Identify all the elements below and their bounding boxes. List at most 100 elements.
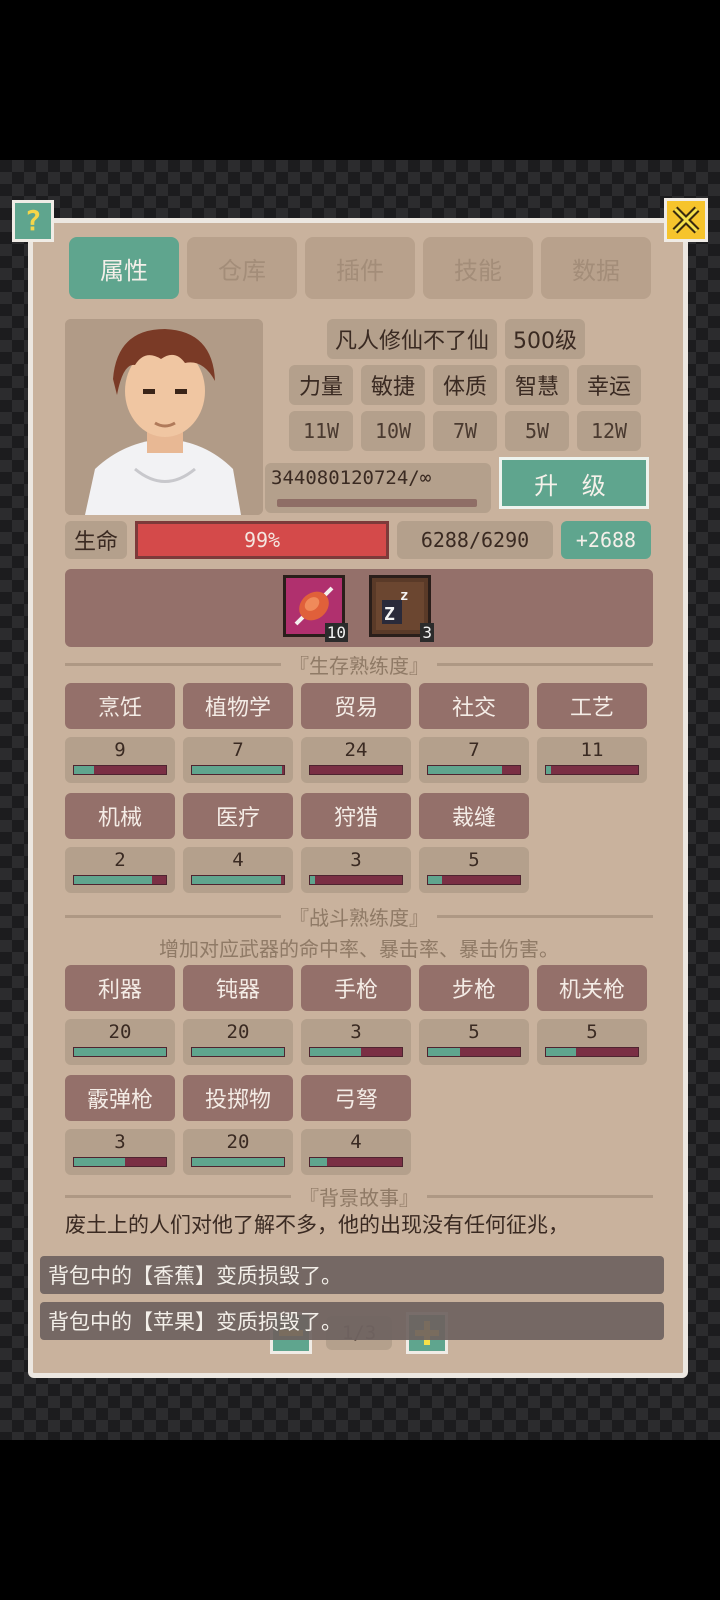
skill-progress-bar (73, 1047, 167, 1057)
skill-progress-fill (428, 1048, 461, 1056)
tab-bar: 属性 仓库 插件 技能 数据 (69, 237, 651, 299)
skill-label[interactable]: 钝器 (183, 965, 293, 1011)
help-button[interactable]: ? (12, 200, 54, 242)
skill-value: 5 (468, 1021, 480, 1043)
skill-value-box: 5 (537, 1019, 647, 1065)
close-button[interactable] (664, 198, 708, 242)
skill-progress-fill (192, 1158, 284, 1166)
skill-label[interactable]: 步枪 (419, 965, 529, 1011)
skill-progress-fill (310, 1048, 361, 1056)
attr-wisdom-value: 5W (505, 411, 569, 451)
skill-value: 4 (232, 849, 244, 871)
skill-value: 24 (344, 739, 368, 761)
tab-skills[interactable]: 技能 (423, 237, 533, 299)
skill-value: 2 (114, 849, 126, 871)
skill-label[interactable]: 贸易 (301, 683, 411, 729)
skill-label[interactable]: 机关枪 (537, 965, 647, 1011)
skill-progress-bar (73, 1157, 167, 1167)
skill-value-box: 4 (183, 847, 293, 893)
skill-progress-fill (192, 766, 283, 774)
skill-progress-bar (545, 1047, 639, 1057)
life-label: 生命 (65, 521, 127, 559)
skill-value-box: 11 (537, 737, 647, 783)
tab-data[interactable]: 数据 (541, 237, 651, 299)
skill-progress-bar (309, 1157, 403, 1167)
skill-progress-fill (74, 1158, 125, 1166)
inventory-count: 3 (420, 623, 434, 642)
skill-value: 9 (114, 739, 126, 761)
skill-label[interactable]: 投掷物 (183, 1075, 293, 1121)
background-title-row: 『背景故事』 (65, 1183, 653, 1210)
skill-value-box: 5 (419, 847, 529, 893)
skill-value: 5 (586, 1021, 598, 1043)
skill-progress-bar (191, 1157, 285, 1167)
skill-label[interactable]: 植物学 (183, 683, 293, 729)
background-title: 『背景故事』 (299, 1185, 419, 1210)
skill-value-box: 2 (65, 847, 175, 893)
experience-box: 344080120724/∞ (265, 463, 491, 513)
skill-progress-bar (191, 765, 285, 775)
skill-label[interactable]: 机械 (65, 793, 175, 839)
skill-value: 3 (350, 849, 362, 871)
skill-label[interactable]: 狩猎 (301, 793, 411, 839)
skill-value: 4 (350, 1131, 362, 1153)
skill-value: 5 (468, 849, 480, 871)
skill-value: 20 (108, 1021, 132, 1043)
svg-text:Z: Z (384, 604, 395, 625)
attr-wisdom-label: 智慧 (505, 365, 569, 405)
skill-value-box: 7 (419, 737, 529, 783)
attr-constitution-value: 7W (433, 411, 497, 451)
tab-warehouse[interactable]: 仓库 (187, 237, 297, 299)
attribute-names: 力量 敏捷 体质 智慧 幸运 (289, 365, 641, 405)
inventory-item-sleep[interactable]: Z z 3 (369, 575, 434, 642)
skill-progress-fill (310, 876, 315, 884)
skill-value: 7 (468, 739, 480, 761)
experience-bar (277, 499, 477, 507)
skill-progress-bar (73, 875, 167, 885)
skill-value-box: 4 (301, 1129, 411, 1175)
skill-label[interactable]: 社交 (419, 683, 529, 729)
skill-progress-fill (546, 766, 551, 774)
character-panel: 属性 仓库 插件 技能 数据 凡人修仙不了仙 500级 力量 敏捷 体质 智慧 … (28, 218, 688, 1378)
attr-strength-label: 力量 (289, 365, 353, 405)
tab-plugins[interactable]: 插件 (305, 237, 415, 299)
character-portrait (65, 319, 263, 515)
attribute-values: 11W 10W 7W 5W 12W (289, 411, 641, 451)
skill-label[interactable]: 医疗 (183, 793, 293, 839)
upgrade-button[interactable]: 升 级 (499, 457, 649, 509)
skill-label[interactable]: 烹饪 (65, 683, 175, 729)
skill-label[interactable]: 利器 (65, 965, 175, 1011)
skill-progress-fill (546, 1048, 577, 1056)
skill-label[interactable]: 工艺 (537, 683, 647, 729)
skill-label[interactable]: 手枪 (301, 965, 411, 1011)
hp-bonus: +2688 (561, 521, 651, 559)
inventory-bar: 10 Z z 3 (65, 569, 653, 647)
skill-label[interactable]: 霰弹枪 (65, 1075, 175, 1121)
skill-value-box: 24 (301, 737, 411, 783)
inventory-item-meat[interactable]: 10 (283, 575, 348, 642)
skill-progress-fill (74, 766, 95, 774)
close-icon (672, 206, 700, 234)
skill-progress-bar (427, 765, 521, 775)
skill-value-box: 20 (183, 1129, 293, 1175)
attr-strength-value: 11W (289, 411, 353, 451)
skill-value: 20 (226, 1021, 250, 1043)
tab-attributes[interactable]: 属性 (69, 237, 179, 299)
attr-agility-value: 10W (361, 411, 425, 451)
skill-value: 11 (580, 739, 604, 761)
attr-luck-label: 幸运 (577, 365, 641, 405)
character-name: 凡人修仙不了仙 (327, 319, 498, 359)
survival-title-row: 『生存熟练度』 (65, 651, 653, 678)
skill-value-box: 3 (301, 847, 411, 893)
skill-label[interactable]: 裁缝 (419, 793, 529, 839)
skill-value: 3 (114, 1131, 126, 1153)
skill-progress-fill (192, 876, 282, 884)
skill-value-box: 3 (301, 1019, 411, 1065)
svg-text:z: z (400, 588, 408, 604)
experience-value: 344080120724/∞ (271, 467, 432, 489)
skill-label[interactable]: 弓弩 (301, 1075, 411, 1121)
attr-agility-label: 敏捷 (361, 365, 425, 405)
skill-value: 20 (226, 1131, 250, 1153)
skill-progress-bar (191, 875, 285, 885)
skill-progress-fill (74, 876, 153, 884)
